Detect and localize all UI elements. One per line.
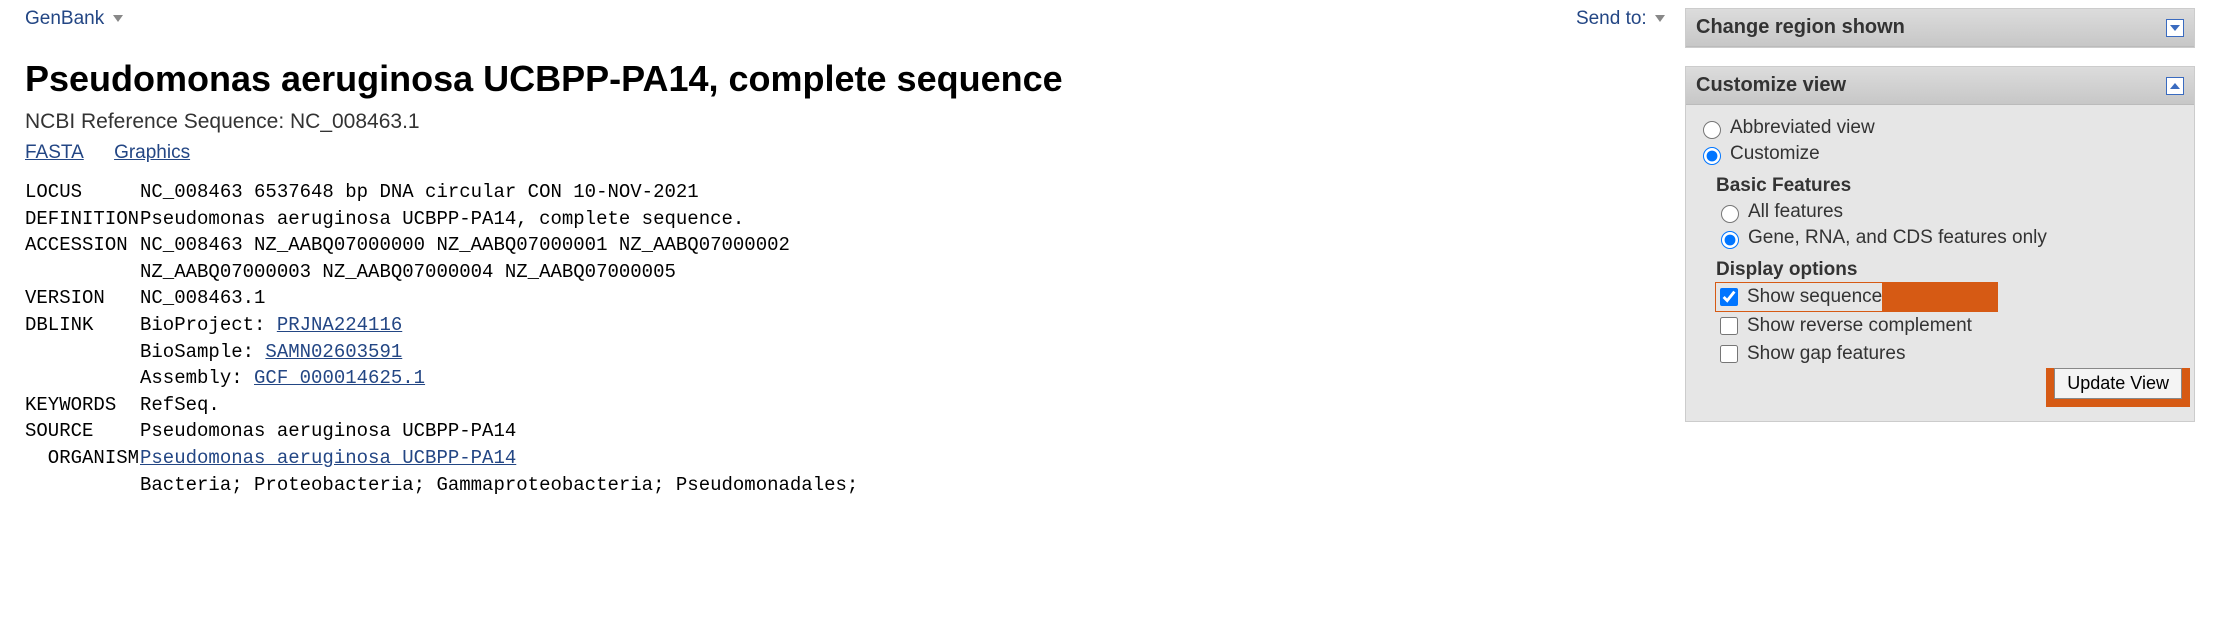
organism-link[interactable]: Pseudomonas aeruginosa UCBPP-PA14 [140,447,516,469]
gene-rna-cds-radio[interactable] [1721,231,1739,249]
reference-subtitle: NCBI Reference Sequence: NC_008463.1 [25,110,1665,134]
show-revcomp-checkbox[interactable] [1720,317,1738,335]
accession-line2: NZ_AABQ07000003 NZ_AABQ07000004 NZ_AABQ0… [140,261,676,283]
graphics-link[interactable]: Graphics [114,142,190,163]
customize-option[interactable]: Customize [1698,141,2182,167]
chevron-up-icon[interactable] [2166,77,2184,95]
version-value: NC_008463.1 [140,287,265,309]
send-to-dropdown[interactable]: Send to: [1576,8,1665,30]
show-gap-checkbox[interactable] [1720,345,1738,363]
keywords-label: KEYWORDS [25,392,140,419]
chevron-down-icon[interactable] [2166,19,2184,37]
biosample-link[interactable]: SAMN02603591 [265,341,402,363]
dblink-bioproject-prefix: BioProject: [140,314,277,336]
source-label: SOURCE [25,418,140,445]
sidebar: Change region shown Customize view Abbre… [1685,8,2195,498]
format-dropdown-label: GenBank [25,8,104,29]
chevron-down-icon [1655,15,1665,22]
change-region-header[interactable]: Change region shown [1686,9,2194,47]
accession-line1: NC_008463 NZ_AABQ07000000 NZ_AABQ0700000… [140,234,790,256]
main-content: GenBank Send to: Pseudomonas aeruginosa … [25,8,1665,498]
definition-label: DEFINITION [25,206,140,233]
keywords-value: RefSeq. [140,394,220,416]
customize-view-title: Customize view [1696,74,1846,97]
abbreviated-view-label: Abbreviated view [1730,117,1875,139]
update-view-button[interactable]: Update View [2054,368,2182,399]
organism-label: ORGANISM [25,445,140,472]
format-dropdown[interactable]: GenBank [25,8,123,30]
show-revcomp-label: Show reverse complement [1747,315,1972,337]
customize-view-panel: Customize view Abbreviated view Customiz… [1685,66,2195,422]
page-title: Pseudomonas aeruginosa UCBPP-PA14, compl… [25,58,1665,100]
basic-features-title: Basic Features [1716,175,2182,197]
show-gap-option[interactable]: Show gap features [1716,340,2182,368]
source-value: Pseudomonas aeruginosa UCBPP-PA14 [140,420,516,442]
gene-rna-cds-label: Gene, RNA, and CDS features only [1748,227,2047,249]
show-sequence-label: Show sequence [1747,286,1882,308]
display-options-title: Display options [1716,259,2182,281]
all-features-radio[interactable] [1721,205,1739,223]
gene-rna-cds-option[interactable]: Gene, RNA, and CDS features only [1716,225,2182,251]
all-features-label: All features [1748,201,1843,223]
locus-value: NC_008463 6537648 bp DNA circular CON 10… [140,181,699,203]
show-sequence-option[interactable]: Show sequence [1716,283,1882,311]
dblink-assembly-prefix: Assembly: [140,367,254,389]
show-sequence-checkbox[interactable] [1720,288,1738,306]
customize-radio[interactable] [1703,147,1721,165]
abbreviated-view-radio[interactable] [1703,121,1721,139]
all-features-option[interactable]: All features [1716,199,2182,225]
lineage-value: Bacteria; Proteobacteria; Gammaproteobac… [140,474,858,496]
definition-value: Pseudomonas aeruginosa UCBPP-PA14, compl… [140,208,744,230]
dblink-biosample-prefix: BioSample: [140,341,265,363]
abbreviated-view-option[interactable]: Abbreviated view [1698,115,2182,141]
chevron-down-icon [113,15,123,22]
format-links: FASTA Graphics [25,142,1665,164]
show-gap-label: Show gap features [1747,343,1905,365]
change-region-panel: Change region shown [1685,8,2195,48]
dblink-label: DBLINK [25,312,140,339]
change-region-title: Change region shown [1696,16,1905,39]
assembly-link[interactable]: GCF_000014625.1 [254,367,425,389]
locus-label: LOCUS [25,179,140,206]
bioproject-link[interactable]: PRJNA224116 [277,314,402,336]
send-to-label: Send to: [1576,8,1647,29]
show-revcomp-option[interactable]: Show reverse complement [1716,312,2182,340]
top-toolbar: GenBank Send to: [25,8,1665,38]
customize-view-header[interactable]: Customize view [1686,67,2194,105]
genbank-record: LOCUSNC_008463 6537648 bp DNA circular C… [25,179,1665,498]
version-label: VERSION [25,285,140,312]
fasta-link[interactable]: FASTA [25,142,84,163]
accession-label: ACCESSION [25,232,140,259]
customize-label: Customize [1730,143,1820,165]
